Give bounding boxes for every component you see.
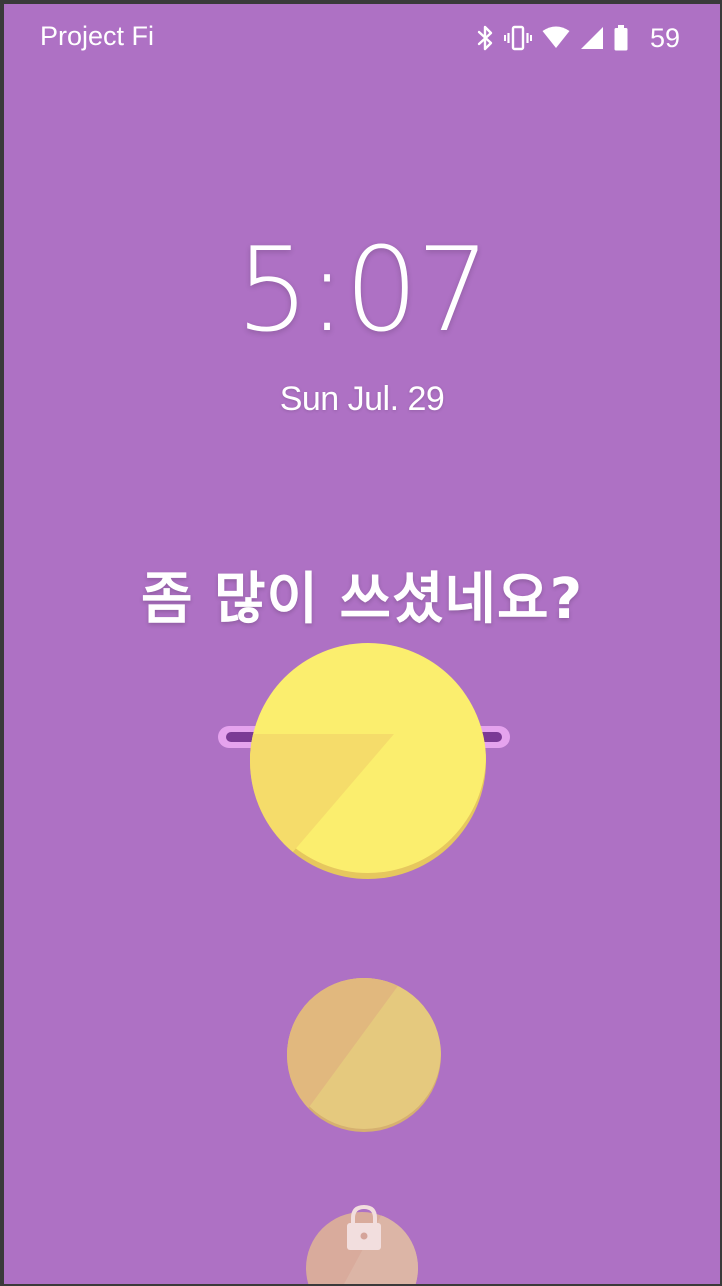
coin-faded: [287, 978, 441, 1132]
lock-button[interactable]: [304, 1204, 424, 1284]
illustration: [218, 643, 510, 1284]
coin-top: [250, 643, 486, 879]
lock-screen: Project Fi 59 5:07 Sun Jul. 29 좀 많이 쓰셨네요…: [4, 4, 720, 1284]
